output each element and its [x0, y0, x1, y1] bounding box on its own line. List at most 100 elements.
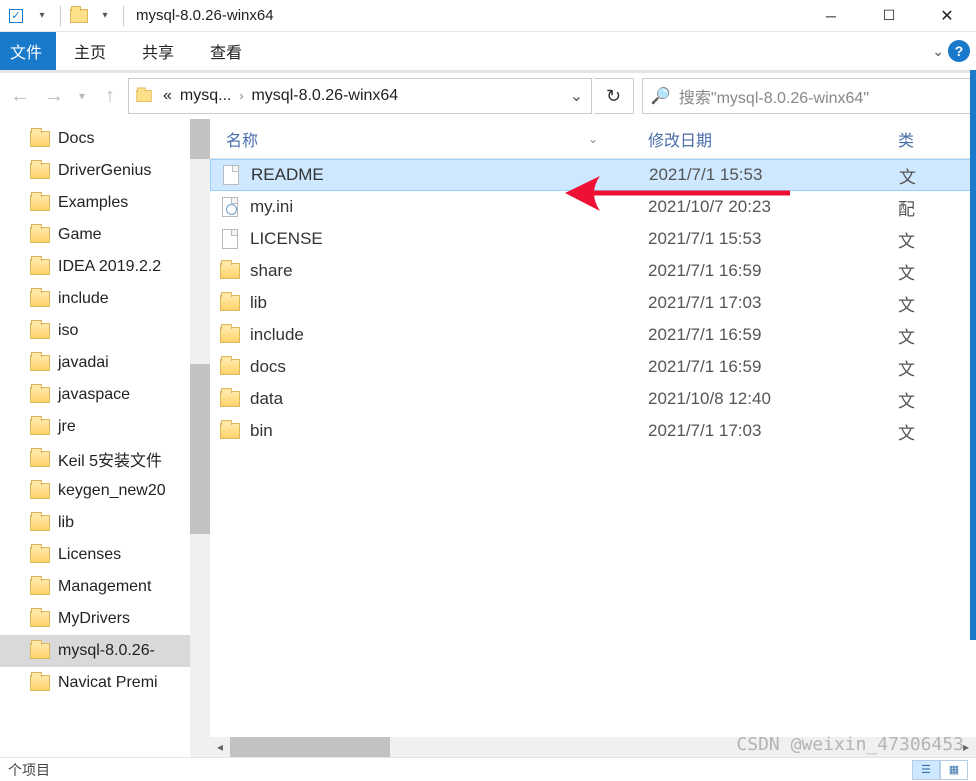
- minimize-button[interactable]: ─: [802, 0, 860, 31]
- file-type: 文: [898, 291, 976, 316]
- tree-item-label: include: [58, 290, 109, 308]
- folder-icon[interactable]: [67, 4, 91, 28]
- checkbox-icon[interactable]: ✓: [4, 4, 28, 28]
- tab-home[interactable]: 主页: [56, 32, 124, 70]
- tree-item-label: Navicat Premi: [58, 674, 158, 692]
- tree-scrollbar-track[interactable]: [190, 119, 210, 757]
- tree-item-label: Keil 5安装文件: [58, 447, 162, 471]
- tree-scrollbar-thumb[interactable]: [190, 364, 210, 534]
- tree-item[interactable]: jre: [0, 411, 210, 443]
- up-button[interactable]: ↑: [94, 78, 126, 114]
- folder-icon: [30, 419, 50, 435]
- tree-item-label: Management: [58, 578, 151, 596]
- folder-icon: [30, 611, 50, 627]
- tree-item[interactable]: Navicat Premi: [0, 667, 210, 699]
- qat-dropdown-icon[interactable]: ▾: [30, 4, 54, 28]
- column-headers: 名称 修改日期 类 ⌄: [210, 119, 976, 159]
- qat-menu-icon[interactable]: ▾: [93, 4, 117, 28]
- watermark: CSDN @weixin_47306453: [736, 734, 964, 755]
- file-row[interactable]: bin2021/7/1 17:03文: [210, 415, 976, 447]
- column-date[interactable]: 修改日期: [648, 127, 898, 151]
- tab-view[interactable]: 查看: [192, 32, 260, 70]
- tree-item[interactable]: Management: [0, 571, 210, 603]
- tree-item[interactable]: include: [0, 283, 210, 315]
- file-tab[interactable]: 文件: [0, 32, 56, 70]
- file-row[interactable]: my.ini2021/10/7 20:23配: [210, 191, 976, 223]
- view-toggles: ☰ ▦: [912, 760, 968, 780]
- address-bar[interactable]: « mysq... › mysql-8.0.26-winx64 ⌄: [128, 78, 592, 114]
- tree-scrollbar-thumb[interactable]: [190, 119, 210, 159]
- explorer-body: Docs DriverGenius ExamplesGameIDEA 2019.2.…: [0, 119, 976, 757]
- refresh-button[interactable]: ↻: [594, 78, 634, 114]
- help-icon[interactable]: ?: [948, 40, 970, 62]
- file-name: share: [250, 261, 648, 281]
- file-type: 文: [898, 259, 976, 284]
- tree-item[interactable]: mysql-8.0.26-: [0, 635, 210, 667]
- tiles-view-icon[interactable]: ▦: [940, 760, 968, 780]
- file-type: 文: [898, 355, 976, 380]
- address-dropdown-icon[interactable]: ⌄: [561, 86, 591, 106]
- folder-icon: [30, 643, 50, 659]
- file-row[interactable]: share2021/7/1 16:59文: [210, 255, 976, 287]
- tree-item-label: lib: [58, 514, 74, 532]
- column-type[interactable]: 类: [898, 127, 976, 151]
- folder-icon: [30, 387, 50, 403]
- breadcrumb-item[interactable]: mysq...: [176, 87, 236, 105]
- quick-access-toolbar: ✓ ▾ ▾: [0, 4, 128, 28]
- file-date: 2021/7/1 16:59: [648, 261, 898, 281]
- nav-tree: Docs DriverGenius ExamplesGameIDEA 2019.2.…: [0, 119, 210, 757]
- tree-item[interactable]: javadai: [0, 347, 210, 379]
- breadcrumb-item[interactable]: mysql-8.0.26-winx64: [247, 87, 402, 105]
- history-dropdown-icon[interactable]: ▾: [72, 78, 92, 114]
- file-row[interactable]: data2021/10/8 12:40文: [210, 383, 976, 415]
- file-row[interactable]: lib2021/7/1 17:03文: [210, 287, 976, 319]
- file-row[interactable]: docs2021/7/1 16:59文: [210, 351, 976, 383]
- details-view-icon[interactable]: ☰: [912, 760, 940, 780]
- forward-button[interactable]: →: [38, 78, 70, 114]
- file-type: 文: [898, 419, 976, 444]
- tree-item[interactable]: DriverGenius: [0, 155, 210, 187]
- tree-item[interactable]: Docs: [0, 123, 210, 155]
- tree-item-label: iso: [58, 322, 78, 340]
- tree-item[interactable]: lib: [0, 507, 210, 539]
- tree-item-label: jre: [58, 418, 76, 436]
- tree-item[interactable]: javaspace: [0, 379, 210, 411]
- folder-icon: [220, 263, 240, 279]
- tree-item[interactable]: Game: [0, 219, 210, 251]
- title-bar: ✓ ▾ ▾ mysql-8.0.26-winx64 ─ ☐ ✕: [0, 0, 976, 32]
- tree-item-label: DriverGenius: [58, 162, 151, 180]
- close-button[interactable]: ✕: [918, 0, 976, 31]
- breadcrumb-ellipsis[interactable]: «: [159, 87, 176, 105]
- tree-item[interactable]: IDEA 2019.2.2: [0, 251, 210, 283]
- file-name: docs: [250, 357, 648, 377]
- file-name: README: [251, 165, 649, 185]
- file-date: 2021/10/7 20:23: [648, 197, 898, 217]
- folder-icon: [30, 579, 50, 595]
- file-date: 2021/10/8 12:40: [648, 389, 898, 409]
- tab-share[interactable]: 共享: [124, 32, 192, 70]
- tree-item[interactable]: Examples: [0, 187, 210, 219]
- column-name[interactable]: 名称: [210, 127, 648, 151]
- file-row[interactable]: include2021/7/1 16:59文: [210, 319, 976, 351]
- navigation-bar: ← → ▾ ↑ « mysq... › mysql-8.0.26-winx64 …: [0, 73, 976, 119]
- tree-item[interactable]: keygen_new20: [0, 475, 210, 507]
- ribbon-expand-icon[interactable]: ⌄: [932, 43, 944, 60]
- chevron-right-icon[interactable]: ›: [235, 89, 247, 103]
- folder-icon: [220, 327, 240, 343]
- file-type: 配: [898, 195, 976, 220]
- tree-item[interactable]: iso: [0, 315, 210, 347]
- file-row[interactable]: README2021/7/1 15:53文: [210, 159, 976, 191]
- h-scrollbar-thumb[interactable]: [230, 737, 390, 757]
- tree-item[interactable]: Keil 5安装文件: [0, 443, 210, 475]
- file-row[interactable]: LICENSE2021/7/1 15:53文: [210, 223, 976, 255]
- scroll-left-icon[interactable]: ◂: [210, 740, 230, 754]
- maximize-button[interactable]: ☐: [860, 0, 918, 31]
- tree-item[interactable]: Licenses: [0, 539, 210, 571]
- search-input[interactable]: 🔍 搜索"mysql-8.0.26-winx64": [642, 78, 972, 114]
- tree-item[interactable]: MyDrivers: [0, 603, 210, 635]
- back-button[interactable]: ←: [4, 78, 36, 114]
- file-date: 2021/7/1 17:03: [648, 293, 898, 313]
- folder-icon: [129, 89, 159, 103]
- folder-icon: [30, 131, 50, 147]
- folder-icon: [30, 227, 50, 243]
